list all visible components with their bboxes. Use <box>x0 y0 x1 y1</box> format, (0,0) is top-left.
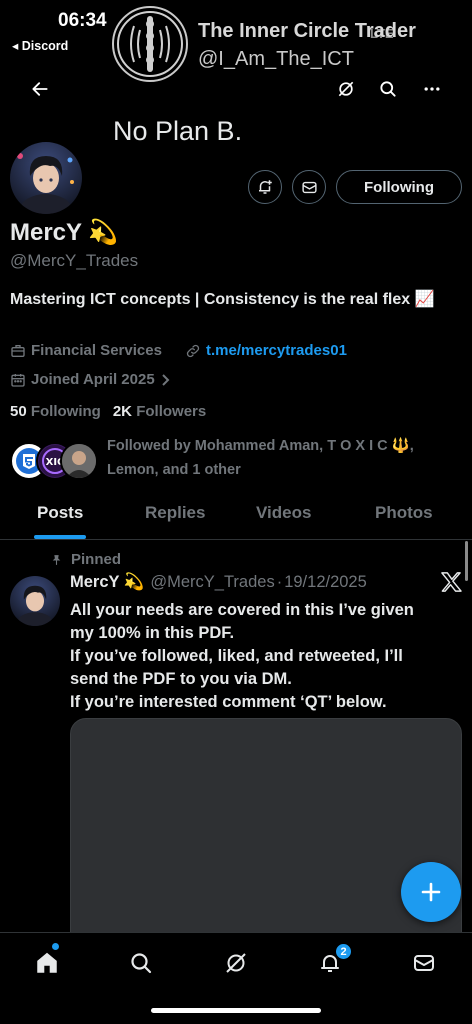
post-handle[interactable]: @MercY_Trades <box>150 573 274 592</box>
post-header: MercY 💫 @MercY_Trades · 19/12/2025 <box>70 573 367 592</box>
tab-videos[interactable]: Videos <box>256 503 311 523</box>
joined-row[interactable]: Joined April 2025 <box>10 371 176 388</box>
nav-search[interactable] <box>123 945 159 981</box>
message-button[interactable] <box>292 170 326 204</box>
tab-posts[interactable]: Posts <box>37 503 83 523</box>
home-icon <box>37 952 57 973</box>
nav-home[interactable] <box>29 945 65 981</box>
following-button[interactable]: Following <box>336 170 462 204</box>
category-label: Financial Services <box>31 342 162 359</box>
website-link[interactable]: t.me/mercytrades01 <box>206 342 347 359</box>
arrow-left-icon <box>32 82 48 96</box>
followers-stat[interactable]: 2K Followers <box>113 403 206 420</box>
tab-photos[interactable]: Photos <box>375 503 433 523</box>
follow-stats: 50 Following 2K Followers <box>10 403 206 420</box>
x-logo-icon <box>440 572 462 592</box>
post-separator: · <box>276 573 283 591</box>
compose-button[interactable] <box>401 862 461 922</box>
overlay-account-name: The Inner Circle Trader <box>198 20 416 42</box>
tabs-divider <box>0 539 472 540</box>
follower-avatar-3[interactable] <box>60 442 98 480</box>
followed-by-text[interactable]: Followed by Mohammed Aman, T O X I C 🔱, … <box>107 434 457 482</box>
pin-icon <box>52 554 61 565</box>
pinned-label: Pinned <box>50 551 121 568</box>
post-author[interactable]: MercY 💫 <box>70 573 144 592</box>
back-to-discord[interactable]: ◂ Discord <box>12 38 68 53</box>
nav-grok[interactable] <box>218 945 254 981</box>
post-text: All your needs are covered in this I’ve … <box>70 601 414 711</box>
scrollbar[interactable] <box>465 541 468 581</box>
tab-replies[interactable]: Replies <box>145 503 205 523</box>
home-indicator[interactable] <box>151 1008 321 1013</box>
ict-logo <box>112 6 188 82</box>
banner-text: No Plan B. <box>113 116 243 146</box>
more-icon <box>424 87 440 91</box>
back-button[interactable] <box>25 74 55 104</box>
search-button[interactable] <box>373 74 403 104</box>
mail-icon <box>301 181 317 193</box>
calendar-icon <box>11 373 25 387</box>
avatar[interactable] <box>8 140 84 216</box>
grok-icon <box>338 81 354 97</box>
grok-icon <box>226 953 246 973</box>
plus-icon <box>421 882 441 902</box>
notify-button[interactable] <box>248 170 282 204</box>
post-date[interactable]: 19/12/2025 <box>284 573 367 592</box>
overlay-account-handle: @I_Am_The_ICT <box>198 48 354 70</box>
joined-label: Joined April 2025 <box>31 371 155 388</box>
chevron-right-icon <box>161 373 170 386</box>
status-time: 06:34 <box>58 10 107 31</box>
display-name: MercY 💫 <box>10 219 119 246</box>
grok-button[interactable] <box>331 74 361 104</box>
profile-handle: @MercY_Trades <box>10 251 139 270</box>
nav-messages[interactable] <box>406 945 442 981</box>
briefcase-icon <box>11 344 25 357</box>
post-media[interactable] <box>70 718 462 958</box>
notifications-badge: 2 <box>335 943 352 960</box>
post-avatar[interactable] <box>10 576 60 626</box>
bell-plus-icon <box>259 180 272 194</box>
website-row[interactable]: t.me/mercytrades01 <box>185 342 347 359</box>
mail-icon <box>414 955 434 971</box>
profile-bio: Mastering ICT concepts | Consistency is … <box>10 291 435 308</box>
home-unread-dot <box>52 943 59 950</box>
search-icon <box>380 81 396 97</box>
more-button[interactable] <box>417 74 447 104</box>
search-icon <box>131 953 152 974</box>
link-icon <box>186 344 200 357</box>
category-row: Financial Services <box>10 342 162 359</box>
following-stat[interactable]: 50 Following <box>10 403 101 420</box>
